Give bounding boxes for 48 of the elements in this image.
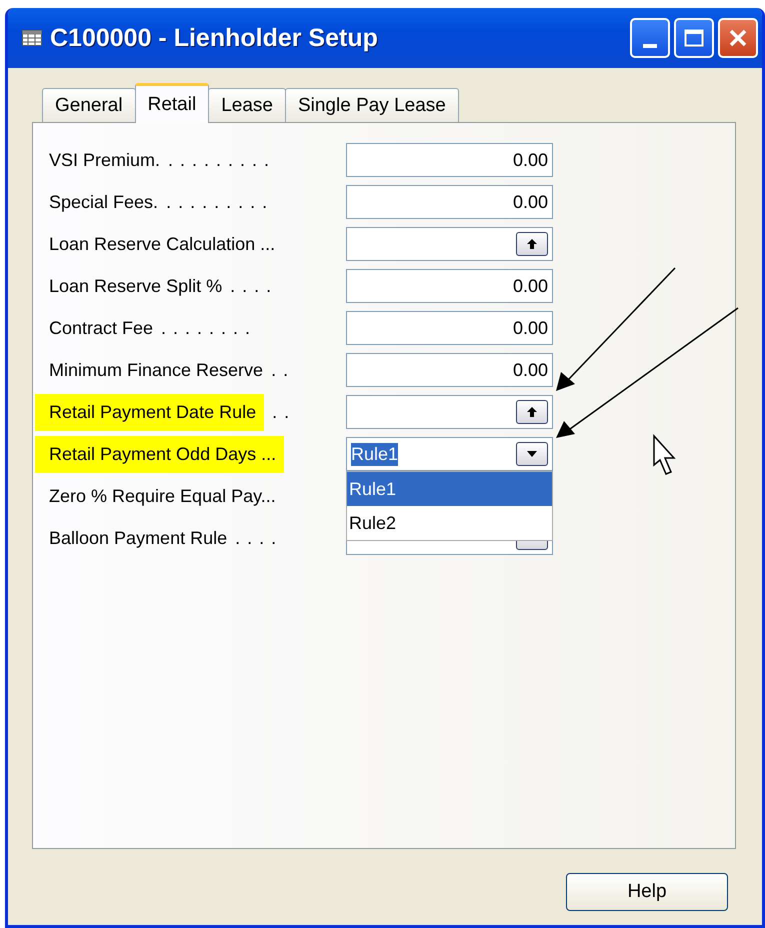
number-field[interactable]: 0.00 — [346, 353, 553, 387]
field-label: Retail Payment Odd Days ... — [35, 436, 284, 472]
lookup-button[interactable] — [516, 400, 548, 424]
help-button[interactable]: Help — [566, 873, 728, 911]
field-label: Contract Fee — [49, 316, 154, 340]
mouse-cursor-icon — [653, 434, 676, 475]
dot-leader: . . . . . . . . . — [168, 150, 270, 170]
up-arrow-icon — [526, 406, 538, 418]
dropdown-button[interactable] — [516, 442, 548, 466]
field-label: Loan Reserve Split % — [49, 274, 222, 298]
table-icon — [22, 30, 42, 46]
dot-leader: . . . . — [235, 528, 278, 548]
maximize-icon — [684, 29, 704, 47]
tab[interactable]: Retail — [134, 83, 210, 123]
close-icon — [728, 28, 748, 48]
tab[interactable]: General — [42, 88, 136, 122]
field-label: Zero % Require Equal Pay... — [49, 484, 276, 508]
dot-leader: . . — [271, 360, 290, 380]
dropdown-option[interactable]: Rule1 — [347, 472, 552, 506]
dot-leader: . . — [272, 402, 290, 422]
minimize-icon — [643, 44, 657, 48]
number-field[interactable]: 0.00 — [346, 185, 553, 219]
field-label: Minimum Finance Reserve — [49, 358, 264, 382]
up-arrow-icon — [526, 238, 538, 250]
dropdown-value: Rule1 — [351, 442, 398, 466]
close-button[interactable] — [718, 18, 758, 58]
dropdown-field[interactable]: Rule1 — [346, 437, 553, 471]
lookup-button[interactable] — [516, 232, 548, 256]
tab[interactable]: Single Pay Lease — [284, 88, 459, 122]
dot-leader: . . . . . . . . . — [166, 192, 268, 212]
maximize-button[interactable] — [674, 18, 714, 58]
field-label: Retail Payment Date Rule — [35, 394, 264, 430]
number-field[interactable]: 0.00 — [346, 143, 553, 177]
dot-leader: . . . . — [230, 276, 272, 296]
dropdown-option[interactable]: Rule2 — [347, 506, 552, 540]
number-field[interactable]: 0.00 — [346, 269, 553, 303]
field-label: Special Fees. — [49, 190, 158, 214]
field-label: VSI Premium. — [49, 148, 160, 172]
window-title: C100000 - Lienholder Setup — [50, 24, 378, 52]
dot-leader: . . . . . . . . — [161, 318, 252, 338]
caret-icon — [526, 450, 538, 458]
field-label: Loan Reserve Calculation ... — [49, 232, 276, 256]
tab[interactable]: Lease — [208, 88, 286, 122]
field-label: Balloon Payment Rule — [49, 526, 228, 550]
minimize-button[interactable] — [630, 18, 670, 58]
number-field[interactable]: 0.00 — [346, 311, 553, 345]
lookup-field[interactable] — [346, 395, 553, 429]
lookup-field[interactable] — [346, 227, 553, 261]
